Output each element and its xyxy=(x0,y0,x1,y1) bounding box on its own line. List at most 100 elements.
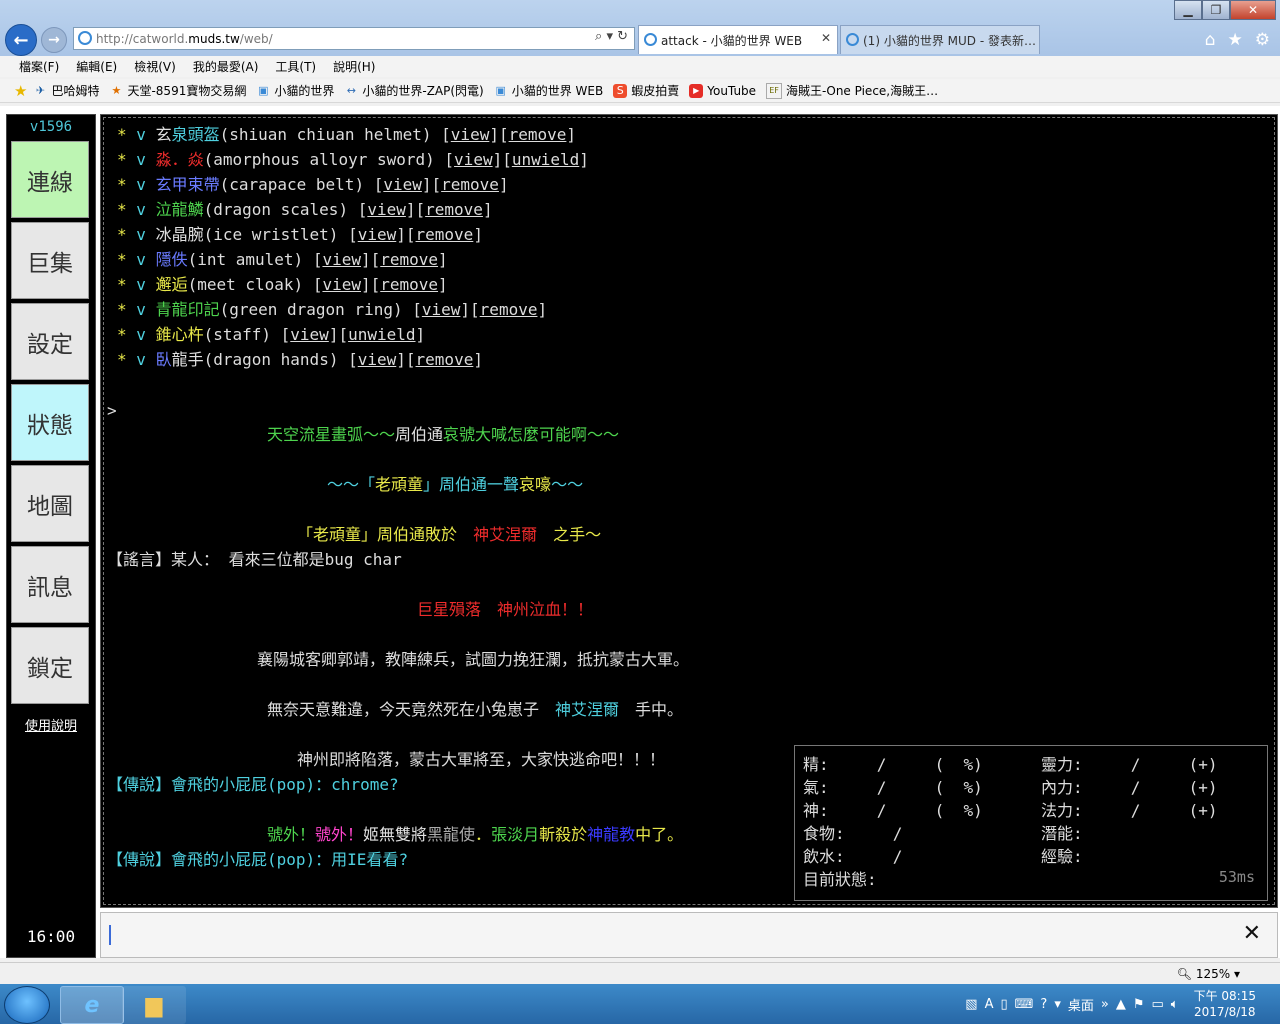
home-icon[interactable]: ⌂ xyxy=(1205,30,1216,50)
network-icon[interactable]: ▭ xyxy=(1151,997,1163,1012)
fav-youtube[interactable]: ▶ YouTube xyxy=(689,83,756,98)
tray-options-icon[interactable]: ▾ xyxy=(1054,997,1061,1012)
taskbar-explorer[interactable]: ▆ xyxy=(122,986,186,1024)
stat-food: 食物: / xyxy=(803,824,903,843)
back-button[interactable]: ← xyxy=(5,24,37,56)
volume-icon[interactable]: 🔈︎ xyxy=(1171,997,1179,1012)
status-panel: 精: / ( %) 靈力: / (+) 氣: / ( %) 內力: / (+) … xyxy=(794,745,1268,901)
tab-label: (1) 小貓的世界 MUD - 發表新… xyxy=(863,33,1036,48)
favorites-star-icon[interactable]: ★ xyxy=(14,82,27,100)
help-link[interactable]: 使用說明 xyxy=(7,715,95,734)
view-link[interactable]: view xyxy=(383,175,422,194)
menu-view[interactable]: 檢視(V) xyxy=(134,58,176,75)
menu-edit[interactable]: 編輯(E) xyxy=(76,58,117,75)
equip-line: * v 冰晶腕(ice wristlet) [view][remove] xyxy=(117,225,483,244)
minimize-button[interactable]: ▁ xyxy=(1174,0,1202,20)
message-button[interactable]: 訊息 xyxy=(11,546,89,623)
tab-attack[interactable]: attack - 小貓的世界 WEB ✕ xyxy=(638,25,838,54)
address-search-refresh-icons[interactable]: ⌕ ▾ ↻ xyxy=(595,29,628,44)
remove-link[interactable]: remove xyxy=(441,175,499,194)
remove-link[interactable]: remove xyxy=(416,350,474,369)
equip-line: * v 淼．焱(amorphous alloyr sword) [view][u… xyxy=(117,150,589,169)
fav-catworld-zap[interactable]: ↔ 小貓的世界-ZAP(閃電) xyxy=(344,82,484,99)
fav-8591[interactable]: ★ 天堂-8591寶物交易網 xyxy=(109,82,247,99)
fav-onepiece[interactable]: EF 海賊王-One Piece,海賊王… xyxy=(766,82,938,99)
menu-tools[interactable]: 工具(T) xyxy=(275,58,316,75)
remove-link[interactable]: remove xyxy=(416,225,474,244)
tab-close-icon[interactable]: ✕ xyxy=(821,31,831,45)
tab-forum[interactable]: (1) 小貓的世界 MUD - 發表新… xyxy=(840,25,1040,54)
view-link[interactable]: view xyxy=(451,125,490,144)
tray-clock[interactable]: 下午 08:15 2017/8/18 xyxy=(1194,988,1256,1020)
text-cursor xyxy=(109,925,111,945)
macro-button[interactable]: 巨集 xyxy=(11,222,89,299)
fav-catworld[interactable]: ▣ 小貓的世界 xyxy=(256,82,334,99)
view-link[interactable]: view xyxy=(358,225,397,244)
clear-input-button[interactable]: ✕ xyxy=(1243,921,1261,946)
tray-desktop-label[interactable]: 桌面 xyxy=(1068,995,1094,1014)
fav-shopee[interactable]: S 蝦皮拍賣 xyxy=(613,82,679,99)
remove-link[interactable]: remove xyxy=(380,275,438,294)
zoom-level[interactable]: 🔍︎ 125% ▾ xyxy=(1177,967,1240,981)
tray-window-icon[interactable]: ▯ xyxy=(1000,997,1007,1012)
menu-help[interactable]: 說明(H) xyxy=(333,58,375,75)
view-link[interactable]: view xyxy=(322,250,361,269)
view-link[interactable]: view xyxy=(367,200,406,219)
favorites-star-icon[interactable]: ★ xyxy=(1228,30,1243,50)
stat-neili: 內力: / (+) xyxy=(1041,778,1218,797)
unwield-link[interactable]: unwield xyxy=(348,325,415,344)
view-link[interactable]: view xyxy=(422,300,461,319)
lock-button[interactable]: 鎖定 xyxy=(11,627,89,704)
stat-exp: 經驗: xyxy=(1041,847,1083,866)
page-icon: ▣ xyxy=(495,83,506,97)
tray-keyboard-icon[interactable]: ⌨ xyxy=(1015,997,1034,1012)
view-link[interactable]: view xyxy=(454,150,493,169)
start-button[interactable] xyxy=(4,986,50,1024)
bahamut-icon: ✈ xyxy=(35,83,46,97)
view-link[interactable]: view xyxy=(358,350,397,369)
map-button[interactable]: 地圖 xyxy=(11,465,89,542)
link-icon: ↔ xyxy=(346,83,356,97)
fav-bahamut[interactable]: ✈ 巴哈姆特 xyxy=(33,82,100,99)
fav-catworld-web[interactable]: ▣ 小貓的世界 WEB xyxy=(494,82,604,99)
forward-button[interactable]: → xyxy=(41,27,67,53)
close-window-button[interactable]: ✕ xyxy=(1230,0,1276,20)
command-bar: ✕ xyxy=(100,912,1278,958)
show-hidden-icons[interactable]: ▲ xyxy=(1116,997,1126,1012)
maximize-button[interactable]: ❐ xyxy=(1202,0,1230,20)
taskbar-ie[interactable]: e xyxy=(60,986,124,1024)
stat-jing: 精: / ( %) xyxy=(803,755,983,774)
equip-line: * v 青龍印記(green dragon ring) [view][remov… xyxy=(117,300,548,319)
prompt: > xyxy=(107,401,117,420)
equip-line: * v 臥龍手(dragon hands) [view][remove] xyxy=(117,350,483,369)
address-bar[interactable]: http://catworld.muds.tw/web/ ⌕ ▾ ↻ xyxy=(73,27,635,50)
menu-file[interactable]: 檔案(F) xyxy=(19,58,59,75)
youtube-icon: ▶ xyxy=(689,83,704,98)
remove-link[interactable]: remove xyxy=(380,250,438,269)
remove-link[interactable]: remove xyxy=(509,125,567,144)
equip-line: * v 邂逅(meet cloak) [view][remove] xyxy=(117,275,448,294)
menu-favorites[interactable]: 我的最愛(A) xyxy=(193,58,259,75)
connect-button[interactable]: 連線 xyxy=(11,141,89,218)
tray-ime-icon[interactable]: A xyxy=(985,997,994,1012)
tray-app-icon[interactable]: ▧ xyxy=(965,997,977,1012)
view-link[interactable]: view xyxy=(322,275,361,294)
stat-potential: 潛能: xyxy=(1041,824,1083,843)
ping-readout: 53ms xyxy=(1218,868,1255,886)
tray-help-icon[interactable]: ? xyxy=(1040,997,1047,1012)
chevron-up-icon[interactable]: » xyxy=(1101,997,1109,1012)
status-button[interactable]: 狀態 xyxy=(11,384,89,461)
address-url[interactable]: http://catworld.muds.tw/web/ xyxy=(96,32,273,46)
menu-bar: 檔案(F) 編輯(E) 檢視(V) 我的最愛(A) 工具(T) 說明(H) xyxy=(0,56,1280,77)
remove-link[interactable]: remove xyxy=(480,300,538,319)
command-input[interactable] xyxy=(107,921,1231,949)
unwield-link[interactable]: unwield xyxy=(512,150,579,169)
news-message: 號外！號外！姬無雙將黑龍使．張淡月斬殺於神龍教中了。 xyxy=(267,825,684,844)
window-controls: ▁ ❐ ✕ xyxy=(1174,0,1276,20)
view-link[interactable]: view xyxy=(290,325,329,344)
remove-link[interactable]: remove xyxy=(425,200,483,219)
flag-icon[interactable]: ⚑ xyxy=(1133,997,1145,1012)
gear-icon[interactable]: ⚙ xyxy=(1255,30,1270,50)
favorites-bar: ★ ✈ 巴哈姆特 ★ 天堂-8591寶物交易網 ▣ 小貓的世界 ↔ 小貓的世界-ZAP(… xyxy=(0,79,1280,103)
settings-button[interactable]: 設定 xyxy=(11,303,89,380)
